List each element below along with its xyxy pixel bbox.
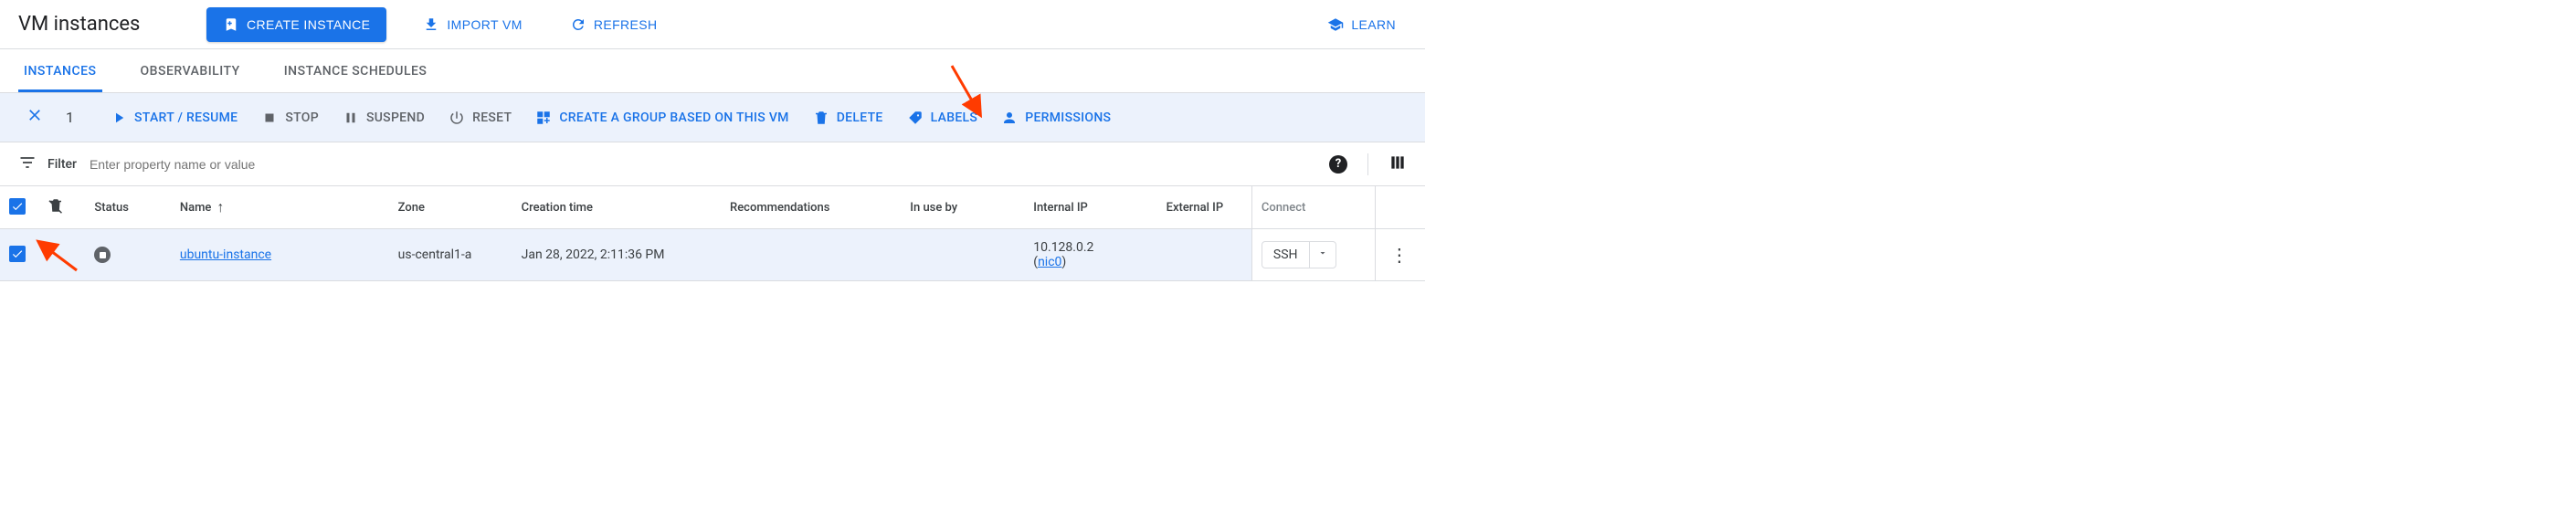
select-all-checkbox[interactable] bbox=[9, 198, 26, 215]
tab-instances[interactable]: INSTANCES bbox=[18, 53, 102, 92]
refresh-button[interactable]: REFRESH bbox=[559, 9, 669, 40]
create-group-button[interactable]: CREATE A GROUP BASED ON THIS VM bbox=[535, 110, 788, 126]
selection-count: 1 bbox=[66, 109, 74, 126]
start-resume-button[interactable]: START / RESUME bbox=[111, 110, 238, 126]
clear-selection-button[interactable] bbox=[18, 102, 51, 133]
tab-observability[interactable]: OBSERVABILITY bbox=[135, 53, 246, 92]
learn-button[interactable]: LEARN bbox=[1316, 9, 1407, 40]
import-icon bbox=[423, 16, 439, 33]
col-status[interactable]: Status bbox=[85, 186, 170, 229]
instance-name-link[interactable]: ubuntu-instance bbox=[180, 247, 271, 262]
column-display-button[interactable] bbox=[1388, 153, 1407, 175]
table-row[interactable]: ubuntu-instance us-central1-a Jan 28, 20… bbox=[0, 229, 1425, 281]
creation-cell: Jan 28, 2022, 2:11:36 PM bbox=[512, 229, 721, 281]
trash-icon bbox=[813, 110, 829, 126]
create-instance-button[interactable]: CREATE INSTANCE bbox=[206, 7, 386, 42]
col-recommendations[interactable]: Recommendations bbox=[721, 186, 901, 229]
stop-button[interactable]: STOP bbox=[261, 110, 319, 126]
delete-button[interactable]: DELETE bbox=[813, 110, 883, 126]
reset-button[interactable]: RESET bbox=[449, 110, 512, 126]
help-icon[interactable]: ? bbox=[1329, 155, 1347, 174]
internal-ip-cell: 10.128.0.2 bbox=[1033, 240, 1147, 255]
row-checkbox[interactable] bbox=[9, 246, 26, 262]
zone-cell: us-central1-a bbox=[389, 229, 512, 281]
filter-label: Filter bbox=[48, 157, 77, 172]
col-connect: Connect bbox=[1251, 186, 1375, 229]
tabs-bar: INSTANCES OBSERVABILITY INSTANCE SCHEDUL… bbox=[0, 49, 1425, 93]
col-inuse[interactable]: In use by bbox=[901, 186, 1024, 229]
suspend-button[interactable]: SUSPEND bbox=[343, 110, 425, 126]
more-actions-button[interactable]: ⋮ bbox=[1385, 244, 1414, 266]
nic-link[interactable]: nic0 bbox=[1038, 255, 1061, 269]
col-zone[interactable]: Zone bbox=[389, 186, 512, 229]
check-icon bbox=[11, 200, 24, 213]
filter-input[interactable] bbox=[88, 156, 1318, 173]
col-creation[interactable]: Creation time bbox=[512, 186, 721, 229]
permissions-button[interactable]: PERMISSIONS bbox=[1001, 110, 1111, 126]
deletion-protection-icon bbox=[48, 204, 64, 217]
person-icon bbox=[1001, 110, 1018, 126]
filter-icon bbox=[18, 153, 37, 175]
sort-asc-icon: ↑ bbox=[216, 198, 224, 216]
labels-button[interactable]: LABELS bbox=[907, 110, 978, 126]
check-icon bbox=[11, 247, 24, 260]
tag-icon bbox=[907, 110, 924, 126]
tab-instance-schedules[interactable]: INSTANCE SCHEDULES bbox=[279, 53, 433, 92]
page-title: VM instances bbox=[18, 13, 174, 36]
plus-badge-icon bbox=[223, 16, 239, 33]
power-icon bbox=[449, 110, 465, 126]
selection-action-bar: 1 START / RESUME STOP SUSPEND RESET CREA… bbox=[0, 93, 1425, 142]
ssh-button[interactable]: SSH bbox=[1262, 241, 1336, 268]
col-external-ip[interactable]: External IP bbox=[1157, 186, 1252, 229]
status-stopped-icon bbox=[94, 247, 111, 263]
group-icon bbox=[535, 110, 552, 126]
pause-icon bbox=[343, 110, 359, 126]
learn-icon bbox=[1327, 16, 1344, 33]
play-icon bbox=[111, 110, 127, 126]
col-internal-ip[interactable]: Internal IP bbox=[1024, 186, 1156, 229]
ssh-dropdown[interactable] bbox=[1309, 242, 1336, 268]
refresh-icon bbox=[570, 16, 586, 33]
stop-icon bbox=[261, 110, 278, 126]
import-vm-button[interactable]: IMPORT VM bbox=[412, 9, 533, 40]
chevron-down-icon bbox=[1317, 247, 1328, 258]
col-name[interactable]: Name ↑ bbox=[171, 186, 389, 229]
